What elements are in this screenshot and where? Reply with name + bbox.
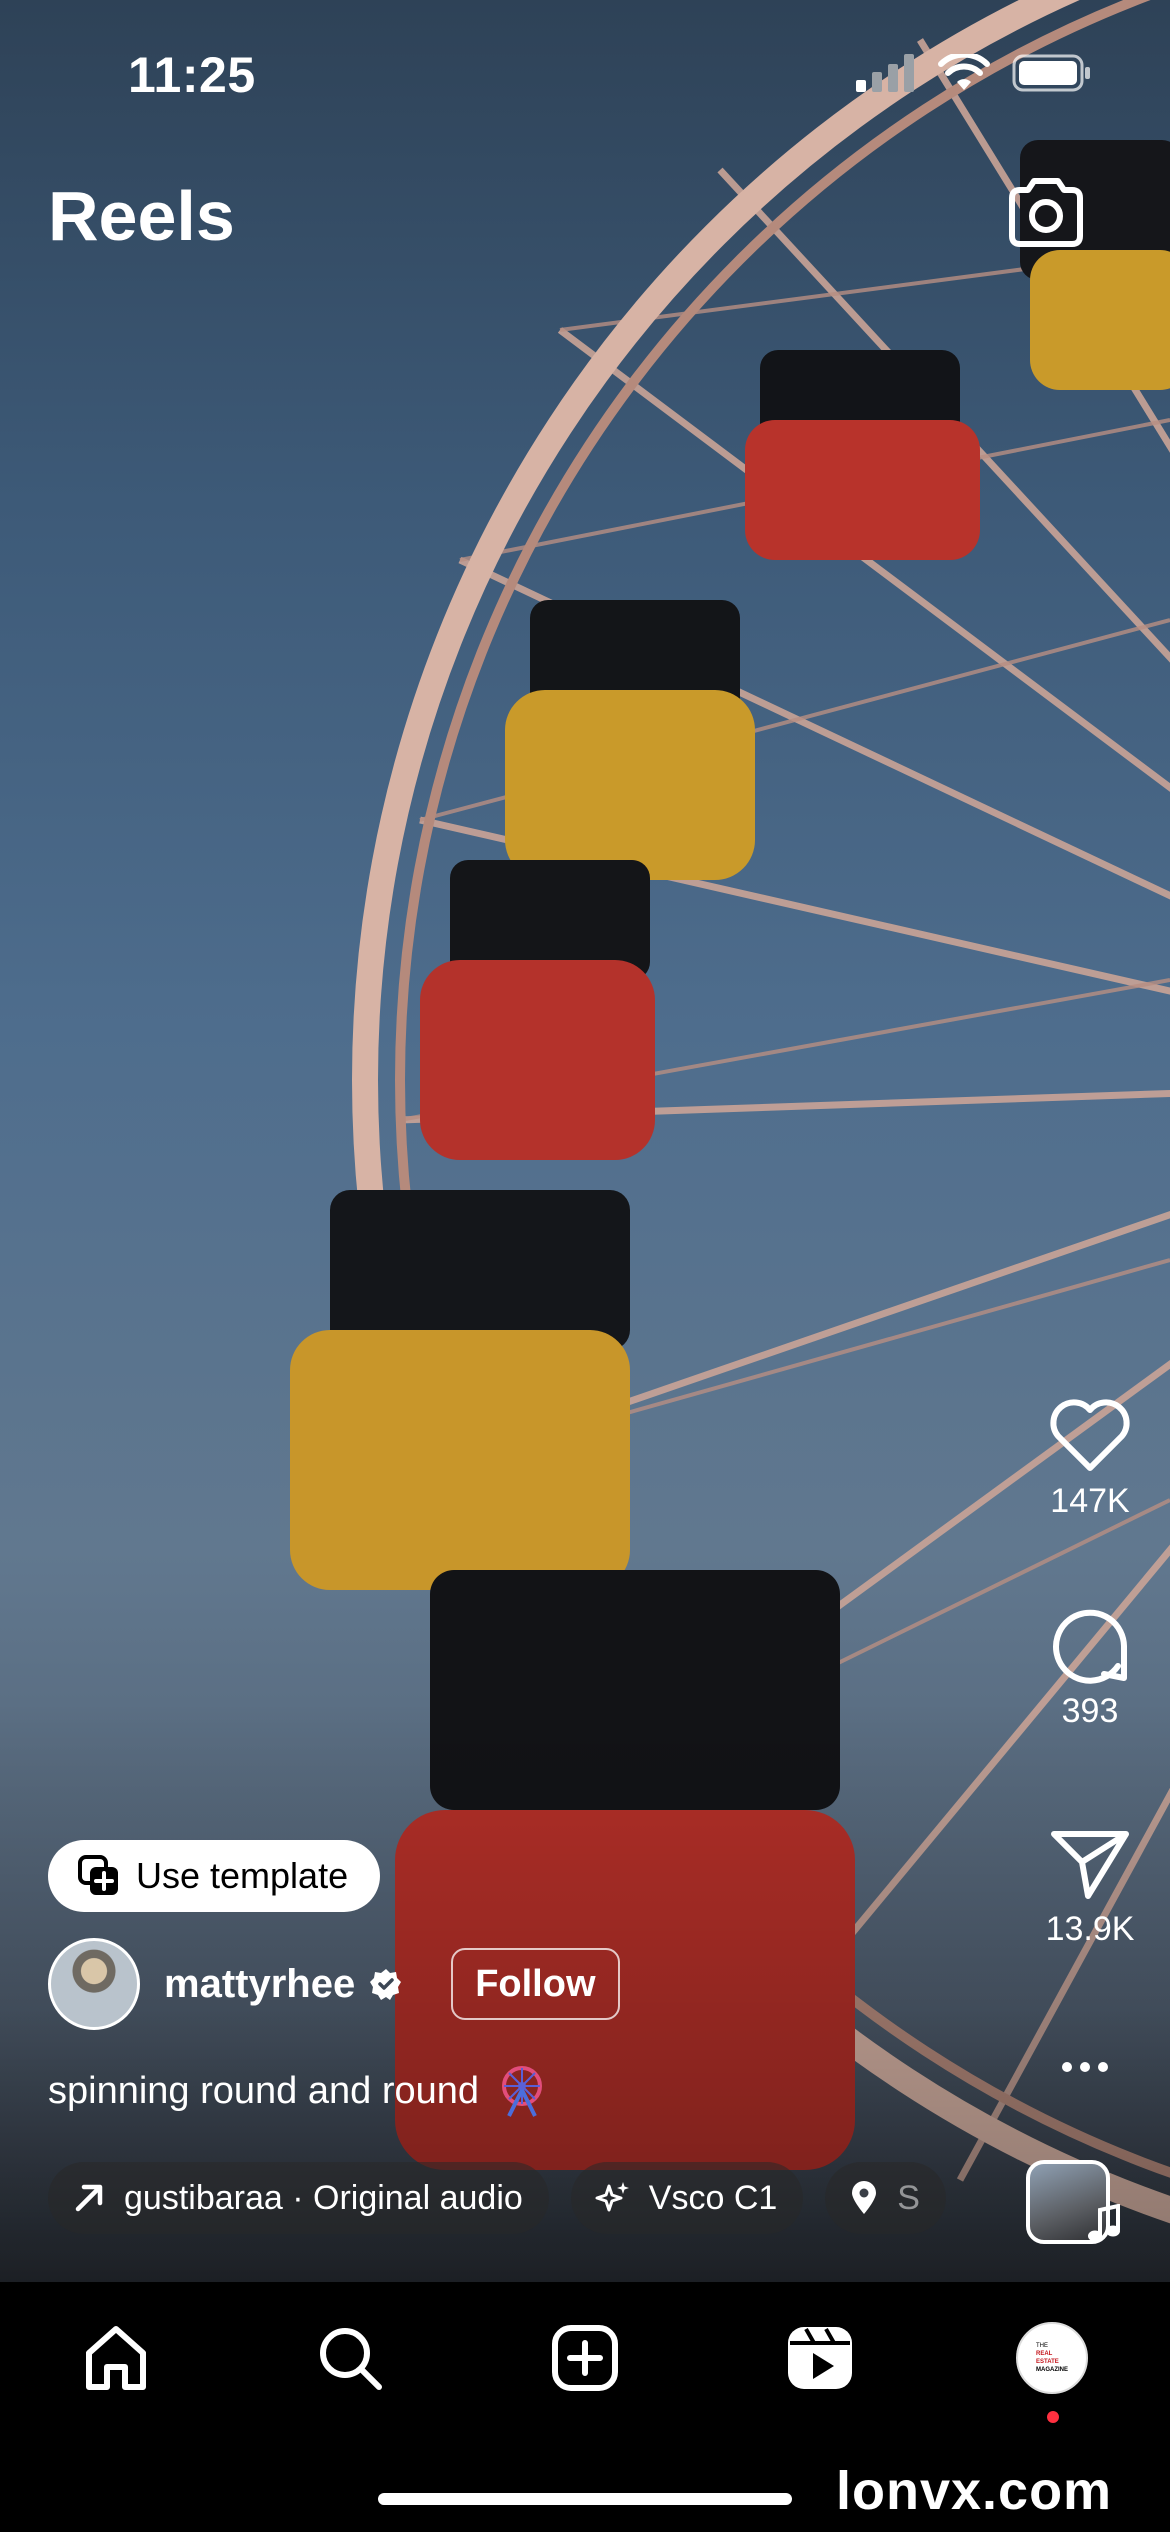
comment-count: 393 <box>1061 1692 1119 1730</box>
like-count: 147K <box>1050 1482 1130 1520</box>
search-icon[interactable] <box>315 2323 385 2393</box>
use-template-button[interactable]: Use template <box>48 1840 381 1912</box>
arrow-up-right-icon <box>75 2184 103 2212</box>
location-chip[interactable]: S <box>825 2162 946 2234</box>
tab-profile[interactable]: THE REAL ESTATE MAGAZINE <box>1012 2318 1092 2398</box>
send-icon[interactable] <box>1048 1826 1132 1902</box>
home-indicator[interactable] <box>378 2493 792 2505</box>
use-template-label: Use template <box>136 1855 349 1896</box>
location-chip-label: S <box>897 2178 920 2217</box>
filter-chip-label: Vsco C1 <box>648 2178 778 2217</box>
battery-icon <box>1012 54 1090 92</box>
profile-avatar[interactable]: THE REAL ESTATE MAGAZINE <box>1016 2322 1088 2394</box>
filter-chip[interactable]: Vsco C1 <box>570 2162 804 2234</box>
comment-icon[interactable] <box>1048 1604 1132 1684</box>
wifi-icon <box>938 54 990 90</box>
sparkles-icon <box>595 2182 629 2212</box>
status-time: 11:25 <box>128 47 256 103</box>
home-icon[interactable] <box>81 2323 151 2393</box>
music-note-icon <box>1088 2204 1120 2242</box>
cellular-signal-icon <box>856 54 914 92</box>
profile-avatar-text: THE REAL ESTATE MAGAZINE <box>1036 2343 1068 2373</box>
watermark: lonvx.com <box>836 2461 1113 2521</box>
meta-chips: gustibaraa · Original audio Vsco C1 S <box>48 2162 978 2238</box>
more-options-icon[interactable] <box>1060 2060 1110 2074</box>
author-avatar[interactable] <box>48 1938 140 2030</box>
camera-icon[interactable] <box>1006 176 1086 248</box>
status-icons <box>856 54 1092 92</box>
verified-badge-icon <box>370 1969 402 2000</box>
author-row: mattyrhee Follow <box>48 1938 620 2030</box>
create-icon[interactable] <box>550 2323 620 2393</box>
reels-icon[interactable] <box>784 2323 856 2393</box>
ferris-wheel-emoji-icon <box>502 2066 543 2117</box>
heart-icon[interactable] <box>1048 1398 1132 1474</box>
location-pin-icon <box>852 2181 877 2214</box>
notification-dot <box>1047 2411 1059 2423</box>
like-action[interactable]: 147K <box>1040 1398 1140 1521</box>
audio-chip[interactable]: gustibaraa · Original audio <box>48 2162 549 2234</box>
tab-create[interactable] <box>545 2318 625 2398</box>
follow-button[interactable]: Follow <box>451 1948 620 2020</box>
tab-search[interactable] <box>310 2318 390 2398</box>
caption[interactable]: spinning round and round <box>48 2064 547 2118</box>
caption-text: spinning round and round <box>48 2069 480 2112</box>
tab-home[interactable] <box>76 2318 156 2398</box>
share-count: 13.9K <box>1045 1910 1135 1948</box>
reels-screen: 11:25 Reels 147K 393 13.9K Use template … <box>0 0 1170 2532</box>
page-title: Reels <box>48 177 235 255</box>
template-icon <box>78 1855 118 1895</box>
audio-chip-label: gustibaraa · Original audio <box>124 2178 523 2217</box>
tab-reels[interactable] <box>780 2318 860 2398</box>
author-username[interactable]: mattyrhee <box>164 1962 355 2007</box>
share-action[interactable]: 13.9K <box>1040 1826 1140 1949</box>
comment-action[interactable]: 393 <box>1040 1604 1140 1731</box>
